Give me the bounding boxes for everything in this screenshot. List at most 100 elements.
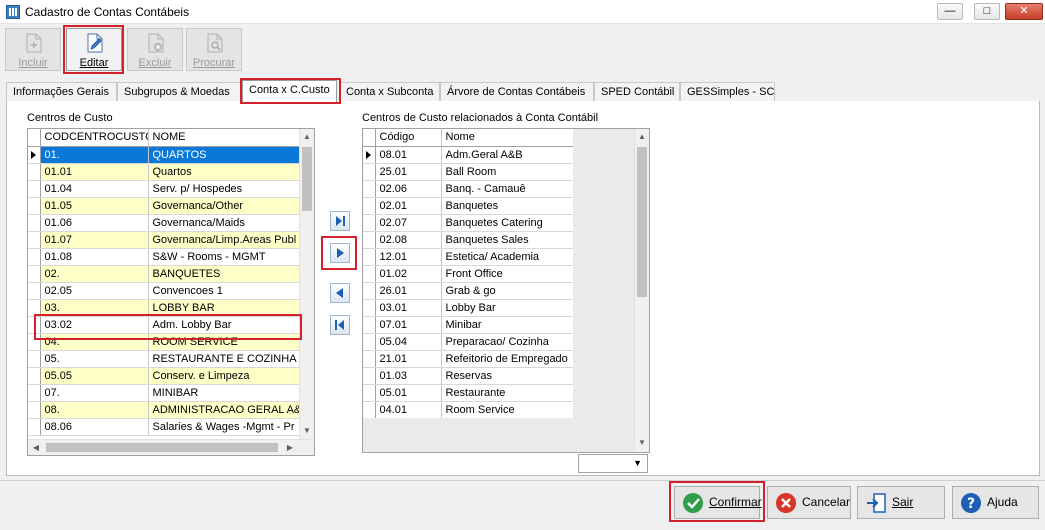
filter-combo[interactable]: ▼ [578,454,648,473]
confirmar-button[interactable]: Confirmar [674,486,762,519]
cell-code[interactable]: 05.05 [40,367,149,385]
cell-name[interactable]: ADMINISTRACAO GERAL A&E [148,401,300,419]
table-row[interactable]: 01.04 Serv. p/ Hospedes [28,180,300,198]
table-row[interactable]: 02.08 Banquetes Sales [363,231,574,249]
cell-code[interactable]: 25.01 [375,163,442,181]
column-header-codigo[interactable]: Código [375,129,442,147]
cell-code[interactable]: 01.06 [40,214,149,232]
table-row[interactable]: 08.06 Salaries & Wages -Mgmt - Pr [28,418,300,436]
table-row[interactable]: 07.01 Minibar [363,316,574,334]
hscroll-thumb[interactable] [46,443,278,452]
table-row[interactable]: 07. MINIBAR [28,384,300,402]
cell-code[interactable]: 05.04 [375,333,442,351]
cell-code[interactable]: 04.01 [375,401,442,419]
table-row[interactable]: 03. LOBBY BAR [28,299,300,317]
cell-name[interactable]: Lobby Bar [441,299,574,317]
cell-code[interactable]: 01.08 [40,248,149,266]
cell-code[interactable]: 02.05 [40,282,149,300]
cell-code[interactable]: 05.01 [375,384,442,402]
cell-code[interactable]: 21.01 [375,350,442,368]
cell-name[interactable]: Reservas [441,367,574,385]
tab-sped-contabil[interactable]: SPED Contábil [594,82,680,102]
left-horizontal-scrollbar[interactable]: ◀ ▶ [28,439,314,455]
tab-subgrupos-moedas[interactable]: Subgrupos & Moedas [117,82,242,102]
scroll-up-icon[interactable]: ▲ [300,129,314,145]
cell-name[interactable]: Banquetes [441,197,574,215]
table-row[interactable]: 05.04 Preparacao/ Cozinha [363,333,574,351]
cell-code[interactable]: 08.06 [40,418,149,436]
cell-name[interactable]: S&W - Rooms - MGMT [148,248,300,266]
cell-name[interactable]: Banquetes Sales [441,231,574,249]
table-row[interactable]: 01.05 Governanca/Other [28,197,300,215]
incluir-button[interactable]: Incluir [5,28,61,71]
close-window-button[interactable]: ✕ [1005,3,1043,20]
cell-name[interactable]: Banquetes Catering [441,214,574,232]
cell-name[interactable]: Banq. - Camauê [441,180,574,198]
cell-name[interactable]: Preparacao/ Cozinha [441,333,574,351]
table-row[interactable]: 08. ADMINISTRACAO GERAL A&E [28,401,300,419]
scroll-thumb[interactable] [637,147,647,297]
cell-code[interactable]: 02.06 [375,180,442,198]
cell-code[interactable]: 01.04 [40,180,149,198]
table-row[interactable]: 05. RESTAURANTE E COZINHA [28,350,300,368]
cell-name[interactable]: Grab & go [441,282,574,300]
table-row[interactable]: 04. ROOM SERVICE [28,333,300,351]
move-all-left-button[interactable] [330,315,350,335]
table-row[interactable]: 05.01 Restaurante [363,384,574,402]
maximize-button[interactable]: □ [974,3,1000,20]
cell-name[interactable]: Restaurante [441,384,574,402]
table-row[interactable]: 25.01 Ball Room [363,163,574,181]
cell-name[interactable]: Front Office [441,265,574,283]
cell-code[interactable]: 08. [40,401,149,419]
cell-code[interactable]: 03.02 [40,316,149,334]
cell-code[interactable]: 02.07 [375,214,442,232]
table-row[interactable]: 02.01 Banquetes [363,197,574,215]
editar-button[interactable]: Editar [66,28,122,71]
cell-code[interactable]: 03.01 [375,299,442,317]
scroll-down-icon[interactable]: ▼ [300,423,314,439]
cell-code[interactable]: 08.01 [375,146,442,164]
tab-arvore-contas[interactable]: Árvore de Contas Contábeis [440,82,594,102]
table-row[interactable]: 02. BANQUETES [28,265,300,283]
minimize-button[interactable]: — [937,3,963,20]
table-row[interactable]: 03.01 Lobby Bar [363,299,574,317]
cell-name[interactable]: Ball Room [441,163,574,181]
cell-name[interactable]: ROOM SERVICE [148,333,300,351]
cell-name[interactable]: Quartos [148,163,300,181]
cell-name[interactable]: Serv. p/ Hospedes [148,180,300,198]
cell-code[interactable]: 01.05 [40,197,149,215]
cell-name[interactable]: Governanca/Other [148,197,300,215]
cell-name[interactable]: Convencoes 1 [148,282,300,300]
cell-code[interactable]: 01. [40,146,149,164]
cell-name[interactable]: RESTAURANTE E COZINHA [148,350,300,368]
table-row[interactable]: 04.01 Room Service [363,401,574,419]
scroll-up-icon[interactable]: ▲ [635,129,649,145]
cell-code[interactable]: 01.03 [375,367,442,385]
cell-code[interactable]: 04. [40,333,149,351]
scroll-left-icon[interactable]: ◀ [28,440,44,455]
cell-code[interactable]: 03. [40,299,149,317]
tab-conta-x-ccusto[interactable]: Conta x C.Custo [242,80,337,103]
sair-button[interactable]: Sair [857,486,945,519]
column-header-codcentrocusto[interactable]: CODCENTROCUSTO [40,129,149,147]
move-right-button[interactable] [330,243,350,263]
cell-name[interactable]: Salaries & Wages -Mgmt - Pr [148,418,300,436]
right-vertical-scrollbar[interactable]: ▲ ▼ [634,129,649,452]
cancelar-button[interactable]: Cancelar [767,486,851,519]
table-row[interactable]: 03.02 Adm. Lobby Bar [28,316,300,334]
cell-name[interactable]: QUARTOS [148,146,300,164]
cell-name[interactable]: Adm. Lobby Bar [148,316,300,334]
cell-code[interactable]: 07. [40,384,149,402]
table-row[interactable]: 26.01 Grab & go [363,282,574,300]
table-row[interactable]: 01. QUARTOS [28,146,300,164]
scroll-thumb[interactable] [302,147,312,211]
table-row[interactable]: 02.05 Convencoes 1 [28,282,300,300]
table-row[interactable]: 02.07 Banquetes Catering [363,214,574,232]
cell-name[interactable]: Minibar [441,316,574,334]
cell-code[interactable]: 12.01 [375,248,442,266]
table-row[interactable]: 01.01 Quartos [28,163,300,181]
table-row[interactable]: 01.06 Governanca/Maids [28,214,300,232]
scroll-right-icon[interactable]: ▶ [282,440,298,455]
table-row[interactable]: 01.07 Governanca/Limp.Areas Publ [28,231,300,249]
excluir-button[interactable]: Excluir [127,28,183,71]
